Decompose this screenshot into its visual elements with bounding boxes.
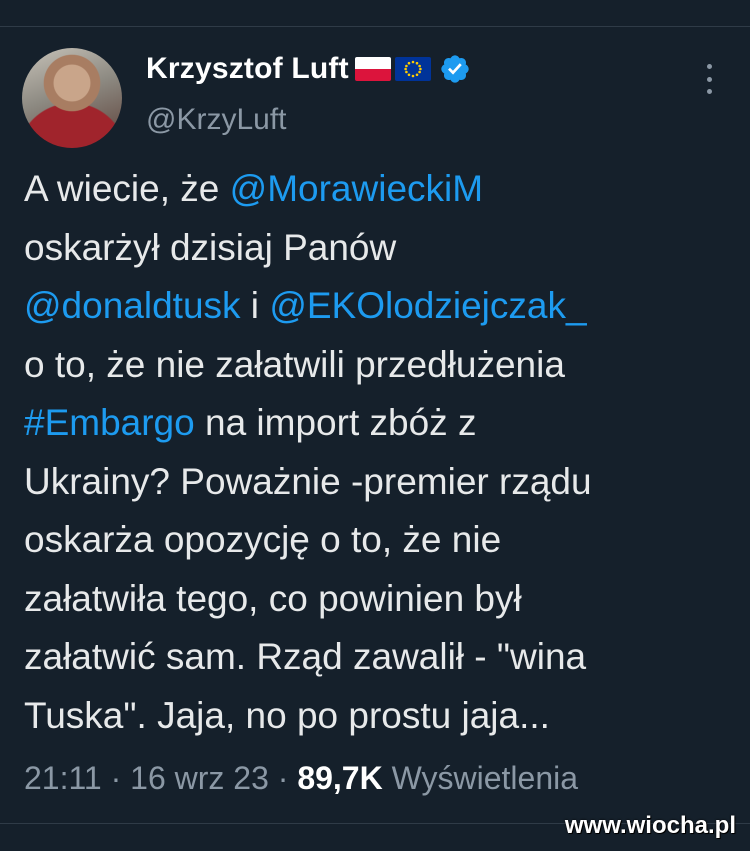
top-divider [0, 26, 750, 27]
tweet-text-segment: A wiecie, że [24, 168, 230, 209]
meta-separator: · [101, 760, 131, 796]
author-name-row: Krzysztof Luft [146, 52, 471, 86]
verified-badge-icon[interactable] [439, 53, 471, 85]
tweet-text-segment: Tuska". Jaja, no po prostu jaja... [24, 694, 550, 736]
meta-separator: · [268, 760, 298, 796]
tweet-text: A wiecie, że @MorawieckiM oskarżył dzisia… [24, 160, 734, 745]
views-label[interactable]: Wyświetlenia [392, 760, 578, 796]
tweet-text-segment: i [240, 285, 270, 326]
flag-poland-icon [354, 57, 391, 81]
tweet-line: oskarżył dzisiaj Panów [24, 219, 734, 278]
watermark: www.wiocha.pl [564, 812, 736, 839]
views-count[interactable]: 89,7K [297, 760, 382, 796]
tweet-meta: 21:11 · 16 wrz 23 · 89,7K Wyświetlenia [24, 760, 578, 797]
tweet-text-segment: na import zbóż z [194, 402, 477, 443]
tweet-text-segment: oskarża opozycję o to, że nie [24, 519, 502, 560]
tweet-line: Tuska". Jaja, no po prostu jaja... [24, 687, 734, 746]
mention-link[interactable]: @EKOlodziejczak_ [269, 285, 586, 326]
tweet-text-segment: załatwić sam. Rząd zawalił - "wina [24, 636, 587, 677]
mention-link[interactable]: @MorawieckiM [230, 168, 483, 209]
tweet-line: #Embargo na import zbóż z [24, 394, 734, 453]
tweet-text-segment: Ukrainy? Poważnie -premier rządu [24, 460, 592, 502]
tweet-line: @donaldtusk i @EKOlodziejczak_ [24, 277, 734, 336]
tweet-line: oskarża opozycję o to, że nie [24, 511, 734, 570]
tweet-line: o to, że nie załatwili przedłużenia [24, 336, 734, 395]
tweet-text-segment: o to, że nie załatwili przedłużenia [24, 343, 565, 385]
tweet-line: A wiecie, że @MorawieckiM [24, 160, 734, 219]
more-options-icon[interactable] [703, 64, 715, 94]
tweet-text-segment: załatwiła tego, co powinien był [24, 577, 522, 619]
tweet-line: załatwić sam. Rząd zawalił - "wina [24, 628, 734, 687]
author-handle[interactable]: @KrzyLuft [146, 103, 287, 137]
flag-eu-icon [394, 57, 431, 81]
avatar[interactable] [22, 48, 122, 148]
tweet-line: załatwiła tego, co powinien był [24, 570, 734, 629]
tweet-time[interactable]: 21:11 [24, 760, 102, 796]
tweet-text-segment: oskarżył dzisiaj Panów [24, 226, 397, 268]
mention-link[interactable]: @donaldtusk [24, 285, 241, 326]
hashtag-link[interactable]: #Embargo [24, 402, 195, 443]
tweet-line: Ukrainy? Poważnie -premier rządu [24, 453, 734, 512]
tweet-date[interactable]: 16 wrz 23 [130, 760, 269, 796]
author-display-name[interactable]: Krzysztof Luft [146, 52, 349, 86]
